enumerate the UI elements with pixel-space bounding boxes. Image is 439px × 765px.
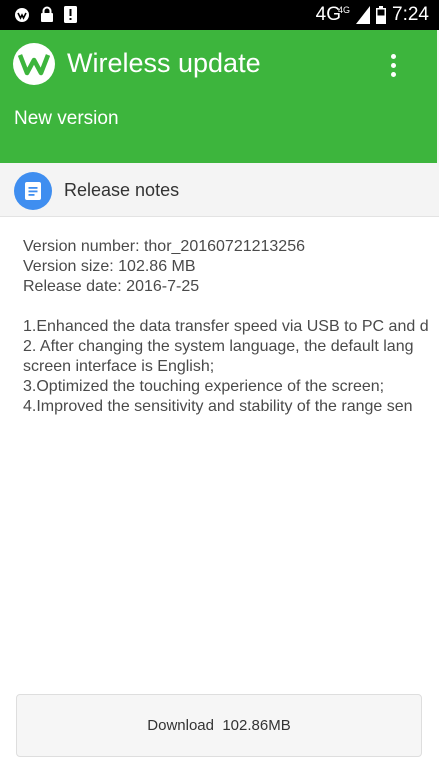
- release-date: Release date: 2016-7-25: [23, 278, 200, 295]
- notification-icons: [14, 6, 77, 23]
- system-status: 4G4G 7:24: [316, 4, 429, 26]
- release-notes-title: Release notes: [64, 180, 180, 200]
- sim-alert-icon: [64, 6, 77, 23]
- change-list: 1.Enhanced the data transfer speed via U…: [23, 317, 439, 417]
- app-notification-icon: [15, 7, 29, 22]
- network-type: 4G4G: [315, 4, 351, 25]
- change-line: 3.Optimized the touching experience of t…: [23, 378, 385, 395]
- battery-icon: [376, 6, 387, 24]
- more-vert-icon: [390, 53, 396, 59]
- document-icon: [25, 182, 41, 200]
- change-line: screen interface is English;: [23, 358, 215, 375]
- release-notes-content: Version number: thor_20160721213256 Vers…: [0, 217, 439, 765]
- version-number: Version number: thor_20160721213256: [23, 238, 305, 255]
- download-label: Download 102.86MB: [147, 717, 291, 734]
- overflow-menu-button[interactable]: [380, 48, 406, 82]
- wireless-update-logo-icon: [18, 54, 50, 76]
- lock-icon: [41, 6, 53, 22]
- change-line: 2. After changing the system language, t…: [23, 338, 414, 355]
- change-line: 1.Enhanced the data transfer speed via U…: [23, 318, 429, 335]
- release-notes-header: Release notes: [0, 163, 439, 217]
- clock: 7:24: [392, 4, 429, 25]
- change-line: 4.Improved the sensitivity and stability…: [23, 398, 413, 415]
- notes-icon: [14, 172, 52, 210]
- download-button[interactable]: Download 102.86MB: [16, 694, 422, 757]
- app-bar: Wireless update New version: [0, 30, 437, 163]
- version-info: Version number: thor_20160721213256 Vers…: [23, 237, 305, 297]
- new-version-label: New version: [14, 108, 119, 129]
- signal-icon: [356, 6, 371, 24]
- status-bar: 4G4G 7:24: [0, 0, 439, 30]
- app-logo: [13, 43, 55, 85]
- network-type-secondary: 4G: [338, 5, 351, 15]
- app-title: Wireless update: [67, 48, 261, 78]
- version-size: Version size: 102.86 MB: [23, 258, 196, 275]
